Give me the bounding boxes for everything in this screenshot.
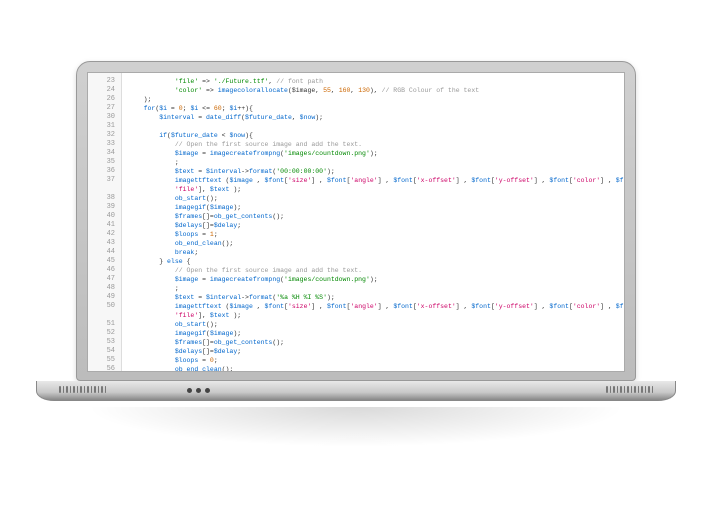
line-number: 51 — [88, 320, 121, 329]
code-line[interactable]: ob_start(); — [128, 194, 618, 203]
laptop-base — [36, 381, 676, 401]
line-number: 32 — [88, 131, 121, 140]
line-number: 26 — [88, 95, 121, 104]
code-line[interactable]: $frames[]=ob_get_contents(); — [128, 212, 618, 221]
code-line[interactable]: $loops = 1; — [128, 230, 618, 239]
line-number: 35 — [88, 158, 121, 167]
line-number: 40 — [88, 212, 121, 221]
code-line[interactable]: 'file'], $text ); — [128, 311, 618, 320]
line-number: 39 — [88, 203, 121, 212]
code-area[interactable]: 'file' => './Future.ttf', // font path '… — [122, 73, 624, 371]
line-number: 43 — [88, 239, 121, 248]
code-editor-screen: 232426273031323334353637 3839404142434445… — [87, 72, 625, 372]
code-line[interactable]: ob_end_clean(); — [128, 239, 618, 248]
line-number: 47 — [88, 275, 121, 284]
line-number — [88, 185, 121, 194]
code-line[interactable]: $frames[]=ob_get_contents(); — [128, 338, 618, 347]
code-line[interactable]: $image = imagecreatefrompng('images/coun… — [128, 149, 618, 158]
line-number: 36 — [88, 167, 121, 176]
line-number-gutter[interactable]: 232426273031323334353637 3839404142434445… — [88, 73, 122, 371]
code-line[interactable]: ); — [128, 95, 618, 104]
code-line[interactable]: $text = $interval->format('00:00:00:00')… — [128, 167, 618, 176]
line-number: 38 — [88, 194, 121, 203]
code-line[interactable]: break; — [128, 248, 618, 257]
code-line[interactable]: } else { — [128, 257, 618, 266]
code-line[interactable]: ; — [128, 158, 618, 167]
code-line[interactable]: 'color' => imagecolorallocate($image, 55… — [128, 86, 618, 95]
code-line[interactable]: for($i = 0; $i <= 60; $i++){ — [128, 104, 618, 113]
line-number: 50 — [88, 302, 121, 311]
line-number: 31 — [88, 122, 121, 131]
screen-bezel: 232426273031323334353637 3839404142434445… — [76, 61, 636, 381]
code-line[interactable]: imagegif($image); — [128, 203, 618, 212]
code-line[interactable]: imagettftext ($image , $font['size'] , $… — [128, 302, 618, 311]
code-line[interactable]: $delays[]=$delay; — [128, 221, 618, 230]
line-number: 41 — [88, 221, 121, 230]
line-number: 53 — [88, 338, 121, 347]
code-line[interactable]: if($future_date < $now){ — [128, 131, 618, 140]
code-line[interactable]: 'file'], $text ); — [128, 185, 618, 194]
code-line[interactable]: $text = $interval->format('%a %H %I %S')… — [128, 293, 618, 302]
code-line[interactable]: ; — [128, 284, 618, 293]
line-number: 34 — [88, 149, 121, 158]
line-number: 52 — [88, 329, 121, 338]
code-line[interactable]: 'file' => './Future.ttf', // font path — [128, 77, 618, 86]
code-line[interactable]: imagegif($image); — [128, 329, 618, 338]
code-line[interactable]: ob_start(); — [128, 320, 618, 329]
line-number: 46 — [88, 266, 121, 275]
line-number: 42 — [88, 230, 121, 239]
code-line[interactable]: $loops = 0; — [128, 356, 618, 365]
code-line[interactable]: // Open the first source image and add t… — [128, 140, 618, 149]
code-line[interactable] — [128, 122, 618, 131]
line-number: 30 — [88, 113, 121, 122]
indicator-dots — [187, 388, 210, 393]
line-number: 37 — [88, 176, 121, 185]
code-line[interactable]: $delays[]=$delay; — [128, 347, 618, 356]
code-line[interactable]: $interval = date_diff($future_date, $now… — [128, 113, 618, 122]
code-line[interactable]: imagettftext ($image , $font['size'] , $… — [128, 176, 618, 185]
vent-right — [606, 386, 653, 393]
line-number: 56 — [88, 365, 121, 372]
line-number: 54 — [88, 347, 121, 356]
line-number: 23 — [88, 77, 121, 86]
code-line[interactable]: $image = imagecreatefrompng('images/coun… — [128, 275, 618, 284]
line-number: 45 — [88, 257, 121, 266]
laptop-mockup: 232426273031323334353637 3839404142434445… — [76, 61, 636, 447]
line-number — [88, 311, 121, 320]
line-number: 33 — [88, 140, 121, 149]
line-number: 27 — [88, 104, 121, 113]
code-line[interactable]: // Open the first source image and add t… — [128, 266, 618, 275]
laptop-shadow — [86, 407, 626, 447]
line-number: 48 — [88, 284, 121, 293]
code-line[interactable]: ob_end_clean(); — [128, 365, 618, 371]
line-number: 24 — [88, 86, 121, 95]
line-number: 44 — [88, 248, 121, 257]
vent-left — [59, 386, 106, 393]
line-number: 49 — [88, 293, 121, 302]
line-number: 55 — [88, 356, 121, 365]
